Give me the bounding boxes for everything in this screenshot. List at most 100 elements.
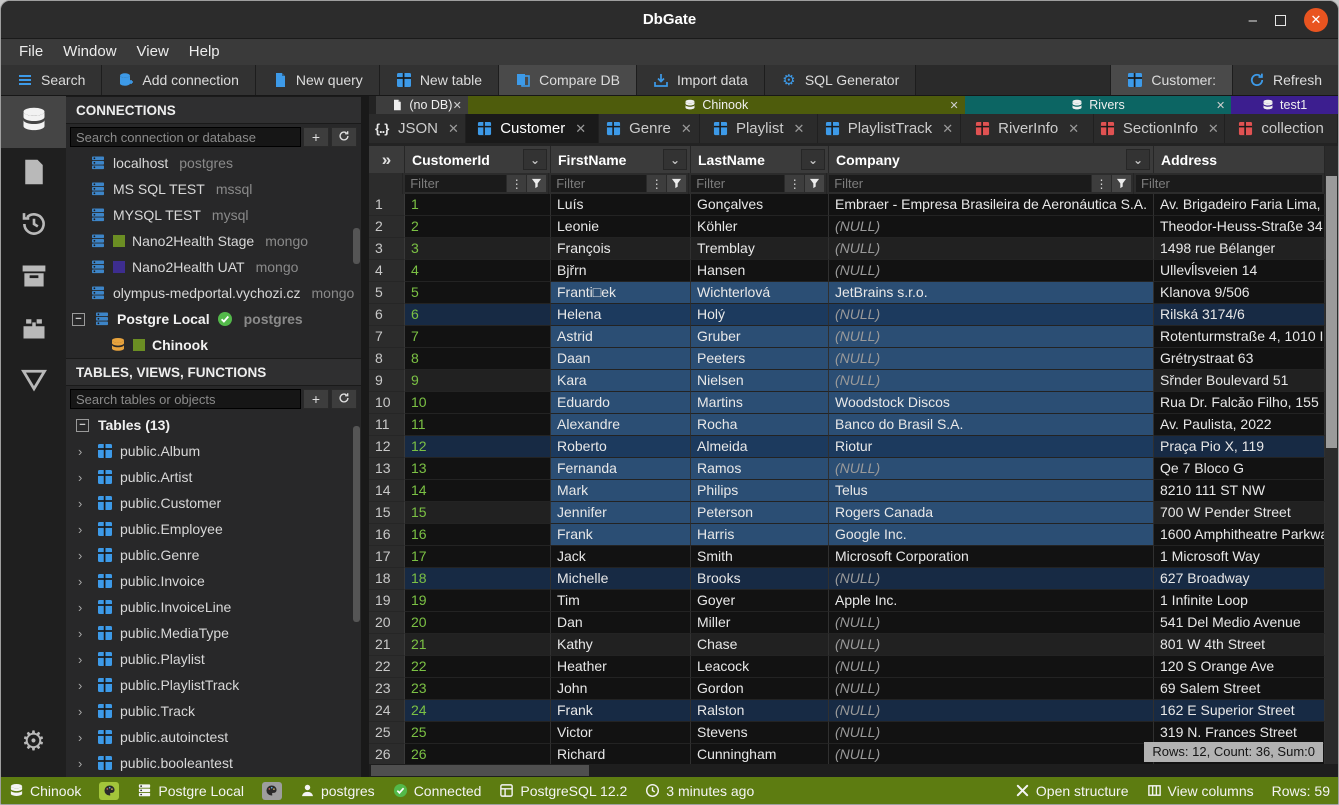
grid-cell-firstname[interactable]: Jack [551, 546, 691, 568]
row-number-cell[interactable]: 25 [369, 722, 405, 744]
tab-playlist[interactable]: Playlist✕ [700, 114, 818, 143]
row-number-cell[interactable]: 19 [369, 590, 405, 612]
connection-item[interactable]: MS SQL TESTmssql [66, 176, 361, 202]
grid-cell-company[interactable]: JetBrains s.r.o. [829, 282, 1154, 304]
grid-cell-address[interactable]: Theodor-Heuss-Straße 34 [1154, 216, 1325, 238]
row-number-cell[interactable]: 20 [369, 612, 405, 634]
close-icon[interactable]: ✕ [1208, 121, 1219, 137]
column-header-lastname[interactable]: LastName⌄ [691, 146, 829, 173]
row-number-cell[interactable]: 3 [369, 238, 405, 260]
toolbar-button-new-table[interactable]: New table [380, 65, 499, 95]
grid-cell-firstname[interactable]: Jennifer [551, 502, 691, 524]
rail-item-filter[interactable] [1, 356, 66, 408]
grid-cell-customerid[interactable]: 14 [405, 480, 551, 502]
status-item-open-structure[interactable]: Open structure [1015, 783, 1129, 799]
grid-cell-company[interactable]: (NULL) [829, 238, 1154, 260]
grid-cell-address[interactable]: 1498 rue Bélanger [1154, 238, 1325, 260]
grid-cell-customerid[interactable]: 18 [405, 568, 551, 590]
grid-cell-firstname[interactable]: Alexandre [551, 414, 691, 436]
grid-cell-firstname[interactable]: Michelle [551, 568, 691, 590]
hscroll-thumb[interactable] [371, 765, 589, 776]
grid-cell-lastname[interactable]: Cunningham [691, 744, 829, 764]
grid-cell-company[interactable]: Riotur [829, 436, 1154, 458]
grid-cell-lastname[interactable]: Peeters [691, 348, 829, 370]
grid-cell-company[interactable]: (NULL) [829, 260, 1154, 282]
grid-cell-company[interactable]: Apple Inc. [829, 590, 1154, 612]
row-number-cell[interactable]: 26 [369, 744, 405, 764]
toolbar-button-new-query[interactable]: New query [256, 65, 380, 95]
tables-search-input[interactable] [70, 389, 301, 409]
grid-cell-address[interactable]: 801 W 4th Street [1154, 634, 1325, 656]
grid-cell-lastname[interactable]: Ralston [691, 700, 829, 722]
chevron-right-icon[interactable]: › [78, 652, 90, 667]
grid-cell-lastname[interactable]: Stevens [691, 722, 829, 744]
grid-cell-lastname[interactable]: Holý [691, 304, 829, 326]
filter-input[interactable] [1136, 175, 1322, 192]
grid-cell-address[interactable]: 541 Del Medio Avenue [1154, 612, 1325, 634]
grid-cell-firstname[interactable]: Dan [551, 612, 691, 634]
grid-cell-firstname[interactable]: Frank [551, 700, 691, 722]
grid-cell-lastname[interactable]: Rocha [691, 414, 829, 436]
grid-cell-address[interactable]: Av. Paulista, 2022 [1154, 414, 1325, 436]
menu-item-help[interactable]: Help [179, 39, 230, 65]
grid-cell-company[interactable]: Woodstock Discos [829, 392, 1154, 414]
grid-cell-company[interactable]: (NULL) [829, 678, 1154, 700]
grid-cell-company[interactable]: Microsoft Corporation [829, 546, 1154, 568]
grid-cell-company[interactable]: (NULL) [829, 634, 1154, 656]
table-tree-item[interactable]: ›public.Invoice [66, 568, 361, 594]
grid-cell-customerid[interactable]: 9 [405, 370, 551, 392]
filter-funnel-button[interactable] [1111, 175, 1131, 192]
tab-collection[interactable]: collection [1225, 114, 1338, 143]
grid-cell-lastname[interactable]: Gordon [691, 678, 829, 700]
grid-cell-lastname[interactable]: Leacock [691, 656, 829, 678]
grid-cell-address[interactable]: 8210 111 ST NW [1154, 480, 1325, 502]
collapse-icon[interactable]: − [72, 313, 85, 326]
chevron-right-icon[interactable]: › [78, 756, 90, 771]
connections-search-input[interactable] [70, 127, 301, 147]
rail-item-archive[interactable] [1, 252, 66, 304]
tables-group[interactable]: − Tables (13) [66, 412, 361, 438]
grid-cell-lastname[interactable]: Goyer [691, 590, 829, 612]
tab-group--no-db-[interactable]: (no DB)✕ [376, 96, 468, 114]
row-number-cell[interactable]: 21 [369, 634, 405, 656]
filter-input[interactable] [829, 175, 1091, 192]
grid-cell-customerid[interactable]: 8 [405, 348, 551, 370]
grid-cell-lastname[interactable]: Gruber [691, 326, 829, 348]
grid-cell-company[interactable]: (NULL) [829, 656, 1154, 678]
panel-splitter[interactable] [361, 96, 369, 777]
table-tree-item[interactable]: ›public.Playlist [66, 646, 361, 672]
chevron-right-icon[interactable]: › [78, 678, 90, 693]
chevron-down-icon[interactable]: ⌄ [801, 149, 825, 170]
grid-cell-firstname[interactable]: Frank [551, 524, 691, 546]
grid-cell-firstname[interactable]: Luís [551, 194, 691, 216]
grid-cell-lastname[interactable]: Gonçalves [691, 194, 829, 216]
chevron-right-icon[interactable]: › [78, 730, 90, 745]
grid-cell-customerid[interactable]: 17 [405, 546, 551, 568]
menu-item-window[interactable]: Window [53, 39, 126, 65]
grid-cell-firstname[interactable]: Tim [551, 590, 691, 612]
grid-cell-customerid[interactable]: 20 [405, 612, 551, 634]
grid-cell-customerid[interactable]: 13 [405, 458, 551, 480]
column-header-address[interactable]: Address [1154, 146, 1325, 173]
chevron-right-icon[interactable]: › [78, 574, 90, 589]
grid-cell-lastname[interactable]: Tremblay [691, 238, 829, 260]
grid-cell-lastname[interactable]: Peterson [691, 502, 829, 524]
grid-cell-lastname[interactable]: Martins [691, 392, 829, 414]
rail-item-settings[interactable]: ⚙ [1, 715, 66, 767]
toolbar-button-import-data[interactable]: Import data [637, 65, 765, 95]
row-number-cell[interactable]: 9 [369, 370, 405, 392]
add-table-small-button[interactable]: + [303, 389, 329, 409]
grid-cell-address[interactable]: Sřnder Boulevard 51 [1154, 370, 1325, 392]
tab-riverinfo[interactable]: RiverInfo✕ [961, 114, 1095, 143]
grid-corner-cell[interactable]: » [369, 146, 405, 173]
toolbar-button-refresh[interactable]: Refresh [1232, 65, 1338, 95]
rail-item-history[interactable] [1, 200, 66, 252]
grid-cell-customerid[interactable]: 21 [405, 634, 551, 656]
close-icon[interactable]: ✕ [453, 99, 462, 112]
grid-cell-lastname[interactable]: Philips [691, 480, 829, 502]
menu-item-file[interactable]: File [9, 39, 53, 65]
grid-cell-company[interactable]: (NULL) [829, 326, 1154, 348]
chevron-down-icon[interactable]: ⌄ [523, 149, 547, 170]
minimize-button[interactable]: – [1249, 12, 1257, 29]
grid-cell-firstname[interactable]: Richard [551, 744, 691, 764]
